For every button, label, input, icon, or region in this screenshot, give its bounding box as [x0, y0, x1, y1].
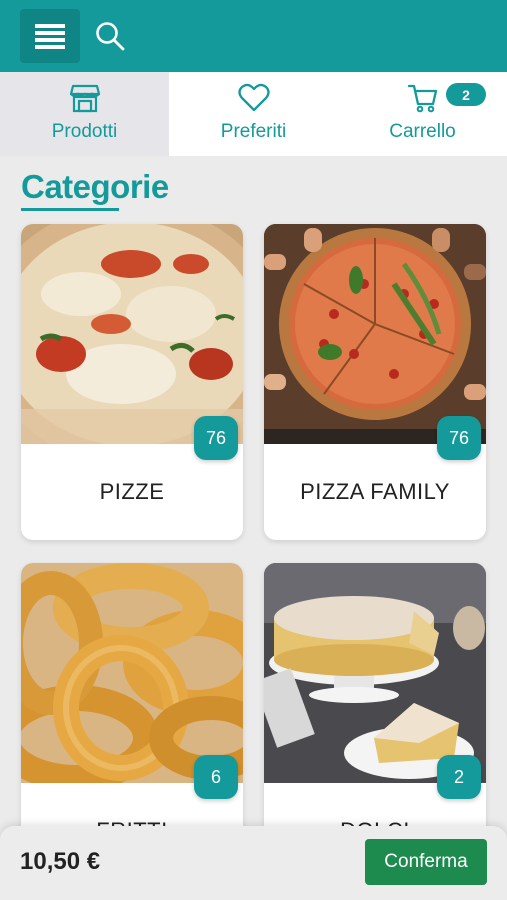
checkout-bar: 10,50 € Conferma: [0, 826, 507, 900]
tab-carrello[interactable]: Carrello 2: [338, 72, 507, 156]
tab-label: Carrello: [389, 121, 456, 142]
section-title: Categorie: [21, 168, 169, 205]
item-count-badge: 2: [437, 755, 481, 799]
storefront-icon: [69, 84, 100, 113]
tab-label: Preferiti: [220, 121, 287, 142]
confirm-button[interactable]: Conferma: [365, 839, 487, 885]
search-button[interactable]: [90, 14, 130, 58]
heart-icon: [237, 83, 270, 112]
category-card-pizze[interactable]: 76 PIZZE: [21, 224, 243, 540]
search-icon: [96, 22, 125, 51]
family-pizza-photo: 76: [264, 224, 486, 460]
menu-button[interactable]: [20, 9, 80, 63]
section-underline: [21, 208, 119, 211]
cart-total: 10,50 €: [20, 848, 101, 875]
cake-photo: 2: [264, 563, 486, 799]
tab-preferiti[interactable]: Preferiti: [169, 72, 338, 156]
item-count-badge: 6: [194, 755, 238, 799]
top-app-bar: [0, 0, 507, 72]
item-count-badge: 76: [194, 416, 238, 460]
tab-label: Prodotti: [51, 121, 118, 142]
hamburger-menu-icon: [35, 24, 65, 49]
item-count-badge: 76: [437, 416, 481, 460]
tab-prodotti[interactable]: Prodotti: [0, 72, 169, 156]
onion-rings-photo: 6: [21, 563, 243, 799]
cart-icon: [407, 84, 437, 113]
category-card-pizza-family[interactable]: 76 PIZZA FAMILY: [264, 224, 486, 540]
cart-count-badge: 2: [446, 83, 486, 106]
tab-bar: Prodotti Preferiti Carrello 2: [0, 72, 507, 156]
pizza-margherita-photo: 76: [21, 224, 243, 464]
